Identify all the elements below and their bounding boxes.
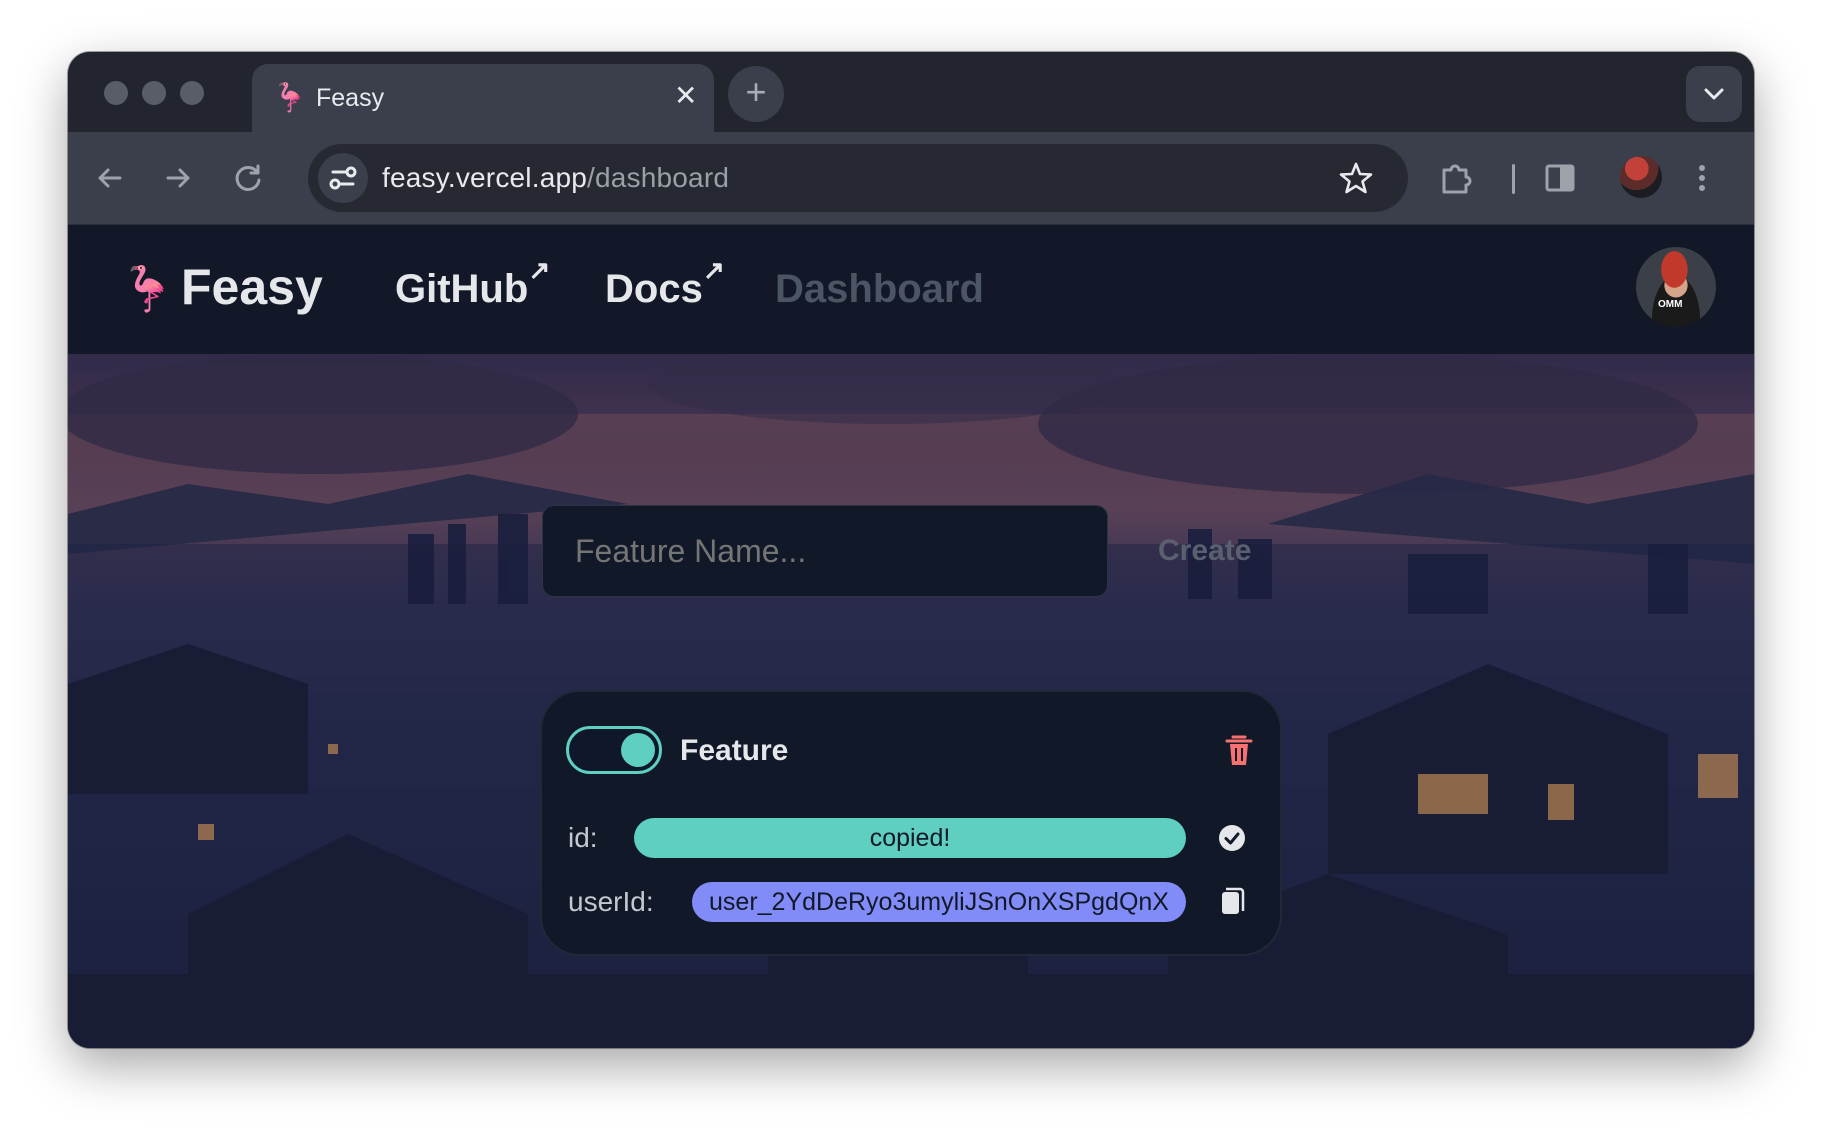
nav-link-docs[interactable]: Docs ↗ bbox=[605, 255, 725, 312]
brand-name[interactable]: Feasy bbox=[181, 258, 323, 316]
feature-id-value[interactable]: copied! bbox=[634, 818, 1186, 858]
create-button[interactable]: Create bbox=[1158, 534, 1251, 568]
trash-icon[interactable] bbox=[1222, 732, 1256, 768]
avatar-shirt-text: OMM bbox=[1658, 299, 1683, 310]
reload-icon[interactable] bbox=[228, 158, 268, 198]
nav-link-docs-label: Docs bbox=[605, 267, 703, 311]
bookmark-star-icon[interactable] bbox=[1338, 160, 1374, 196]
feature-name-input[interactable] bbox=[542, 505, 1108, 597]
tab-strip: 🦩 Feasy ✕ + bbox=[68, 52, 1754, 132]
url-text[interactable]: feasy.vercel.app/dashboard bbox=[382, 162, 729, 194]
forward-icon[interactable] bbox=[158, 158, 198, 198]
profile-avatar-small[interactable] bbox=[1620, 156, 1662, 198]
nav-link-dashboard-label: Dashboard bbox=[775, 267, 984, 311]
user-avatar[interactable]: OMM bbox=[1636, 247, 1716, 327]
browser-window: 🦩 Feasy ✕ + feasy.vercel.app/dashboard 🦩… bbox=[68, 52, 1754, 1048]
tab-search-button[interactable] bbox=[1686, 66, 1742, 122]
minimize-window-button[interactable] bbox=[142, 81, 166, 105]
flamingo-icon: 🦩 bbox=[272, 82, 307, 113]
user-id-value[interactable]: user_2YdDeRyo3umyliJSnOnXSPgdQnX bbox=[692, 882, 1186, 922]
user-id-label: userId: bbox=[568, 886, 654, 917]
feature-name: Feature bbox=[680, 734, 789, 767]
nav-link-github[interactable]: GitHub ↗ bbox=[395, 255, 550, 312]
feature-enabled-toggle[interactable] bbox=[566, 726, 662, 774]
close-tab-icon[interactable]: ✕ bbox=[674, 80, 697, 112]
dashboard-main: Create Feature id: copied! userId: user_… bbox=[68, 354, 1754, 1048]
tab-feasy[interactable]: 🦩 Feasy ✕ bbox=[252, 64, 714, 132]
toolbar-divider bbox=[1512, 164, 1515, 194]
url-host: feasy.vercel.app bbox=[382, 162, 588, 193]
copy-icon[interactable] bbox=[1216, 884, 1248, 920]
toggle-knob bbox=[621, 733, 655, 767]
chevron-down-icon bbox=[1704, 88, 1724, 100]
url-path: /dashboard bbox=[587, 162, 730, 193]
zoom-window-button[interactable] bbox=[180, 81, 204, 105]
extensions-icon[interactable] bbox=[1434, 156, 1478, 200]
site-header: 🦩 Feasy GitHub ↗ Docs ↗ Dashboard OMM bbox=[68, 224, 1754, 354]
tune-icon bbox=[329, 166, 357, 190]
flamingo-logo-icon: 🦩 bbox=[120, 265, 175, 314]
nav-link-dashboard[interactable]: Dashboard bbox=[775, 267, 984, 312]
back-icon[interactable] bbox=[90, 158, 130, 198]
address-bar[interactable]: feasy.vercel.app/dashboard bbox=[308, 144, 1408, 212]
more-menu-icon[interactable] bbox=[1680, 156, 1724, 200]
browser-toolbar: feasy.vercel.app/dashboard bbox=[68, 132, 1754, 224]
feature-card: Feature id: copied! userId: user_2YdDeRy… bbox=[540, 690, 1282, 956]
id-label: id: bbox=[568, 822, 598, 853]
site-settings-button[interactable] bbox=[318, 153, 368, 203]
nav-link-github-label: GitHub bbox=[395, 267, 529, 311]
check-circle-icon bbox=[1219, 825, 1245, 851]
external-link-icon: ↗ bbox=[703, 255, 725, 285]
tab-title: Feasy bbox=[316, 84, 385, 112]
new-tab-button[interactable]: + bbox=[728, 66, 784, 122]
close-window-button[interactable] bbox=[104, 81, 128, 105]
external-link-icon: ↗ bbox=[528, 255, 551, 285]
side-panel-icon[interactable] bbox=[1538, 156, 1582, 200]
